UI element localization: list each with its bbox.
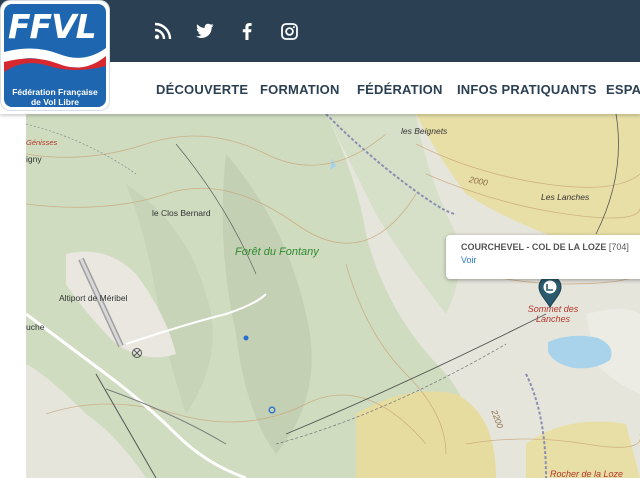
instagram-icon[interactable] — [276, 18, 302, 44]
popup-site-code: [704] — [608, 242, 629, 252]
twitter-icon[interactable] — [192, 18, 218, 44]
nav-item-espace[interactable]: ESPAC — [606, 82, 640, 97]
map-label-genisses: Génisses — [26, 138, 58, 147]
map-label-igny: igny — [26, 154, 42, 164]
logo-caption-line2: de Vol Libre — [30, 97, 80, 107]
map-label-les-beignets: les Beignets — [401, 126, 448, 136]
nav-item-formation[interactable]: FORMATION — [260, 82, 340, 97]
logo-caption-line1: Fédération Française — [12, 87, 98, 97]
location-marker-icon[interactable] — [537, 275, 563, 309]
rss-icon[interactable] — [150, 18, 176, 44]
popup-title: COURCHEVEL - COL DE LA LOZE [704] — [461, 242, 629, 252]
nav-item-decouverte[interactable]: DÉCOUVERTE — [156, 82, 248, 97]
popup-voir-link[interactable]: Voir — [461, 255, 477, 265]
logo-emblem: FFVL Fédération Française de Vol Libre — [4, 4, 106, 107]
logo-caption: Fédération Française de Vol Libre — [4, 87, 106, 107]
nav-item-infos-pratiquants[interactable]: INFOS PRATIQUANTS — [457, 82, 597, 97]
nav-item-federation[interactable]: FÉDÉRATION — [357, 82, 443, 97]
map-label-altiport: Altiport de Méribel — [59, 293, 128, 303]
map-label-foret-du-fontany: Forêt du Fontany — [235, 246, 319, 258]
facebook-icon[interactable] — [234, 18, 260, 44]
page-margin — [0, 114, 26, 478]
ffvl-logo[interactable]: FFVL Fédération Française de Vol Libre — [1, 1, 109, 110]
logo-title: FFVL — [8, 7, 97, 46]
map-label-uche: uche — [26, 322, 45, 332]
map-label-le-clos-bernard: le Clos Bernard — [152, 208, 211, 218]
site-popup: COURCHEVEL - COL DE LA LOZE [704] Voir — [446, 235, 640, 279]
map-label-rocher-de-la-loze: Rocher de la Loze — [550, 469, 624, 478]
popup-site-name: COURCHEVEL - COL DE LA LOZE — [461, 242, 607, 252]
map-label-les-lanches: Les Lanches — [541, 192, 590, 202]
